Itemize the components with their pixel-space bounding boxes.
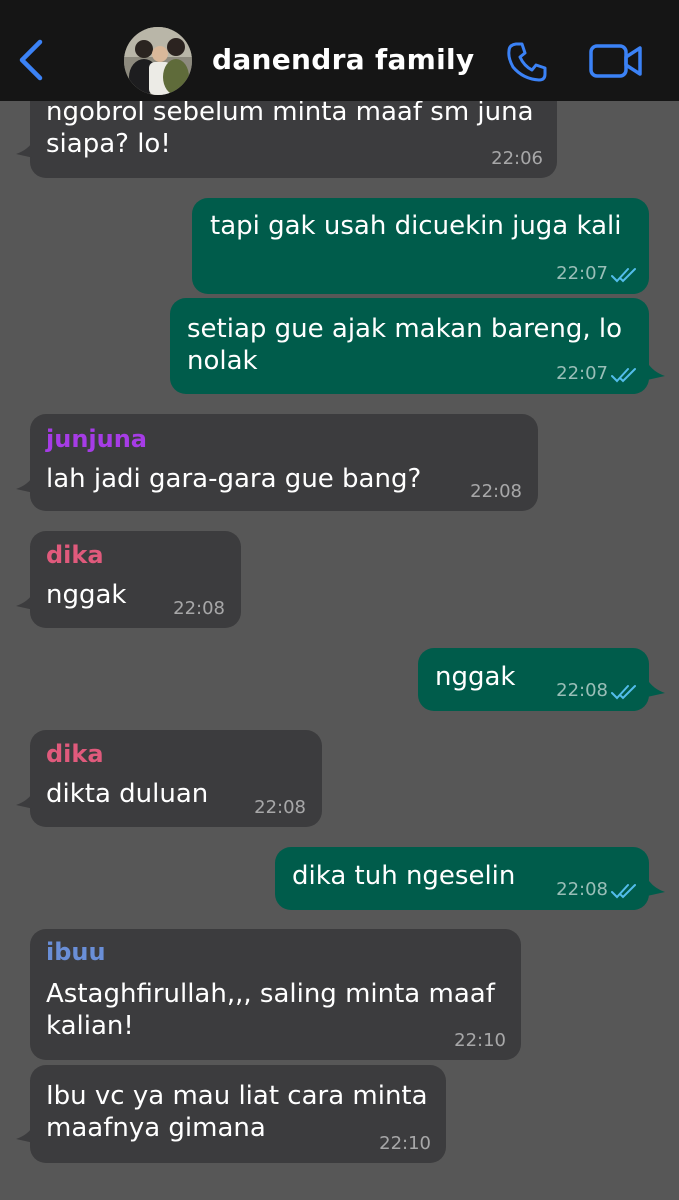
bubble-tail xyxy=(647,878,665,896)
message-text: lah jadi gara-gara gue bang? xyxy=(46,464,422,494)
back-chevron-icon[interactable] xyxy=(14,38,48,82)
group-avatar[interactable] xyxy=(124,27,192,95)
message-time: 22:07 xyxy=(556,363,608,384)
message-time: 22:08 xyxy=(173,598,225,619)
message-text: Astaghfirullah,,, saling minta maaf kali… xyxy=(46,979,495,1041)
bubble-tail xyxy=(647,679,665,697)
message-bubble-incoming[interactable]: Ibu vc ya mau liat cara minta maafnya gi… xyxy=(30,1065,446,1163)
phone-call-icon[interactable] xyxy=(503,38,551,86)
message-text: nggak xyxy=(435,662,516,692)
message-bubble-outgoing[interactable]: dika tuh ngeselin 22:08 xyxy=(275,847,649,910)
message-time: 22:08 xyxy=(556,879,608,900)
message-time: 22:08 xyxy=(254,797,306,818)
message-text: Ibu vc ya mau liat cara minta maafnya gi… xyxy=(46,1081,428,1143)
message-text: dikta duluan xyxy=(46,779,209,809)
message-time: 22:07 xyxy=(556,263,608,284)
sender-name[interactable]: ibuu xyxy=(46,937,106,967)
chat-title[interactable]: danendra family xyxy=(212,43,475,76)
message-time: 22:06 xyxy=(491,148,543,169)
bubble-tail xyxy=(16,140,34,158)
message-time: 22:08 xyxy=(556,680,608,701)
chat-header: danendra family xyxy=(0,0,679,101)
double-check-read-icon xyxy=(611,368,636,383)
message-text: tapi gak usah dicuekin juga kali xyxy=(210,211,622,241)
bubble-tail xyxy=(16,592,34,610)
bubble-tail xyxy=(647,362,665,380)
message-bubble-outgoing[interactable]: tapi gak usah dicuekin juga kali 22:07 xyxy=(192,198,649,294)
double-check-read-icon xyxy=(611,268,636,283)
message-bubble-incoming[interactable]: junjuna lah jadi gara-gara gue bang? 22:… xyxy=(30,414,538,511)
bubble-tail xyxy=(16,791,34,809)
double-check-read-icon xyxy=(611,884,636,899)
bubble-tail xyxy=(16,1125,34,1143)
group-photo-icon xyxy=(124,27,192,95)
message-bubble-outgoing[interactable]: nggak 22:08 xyxy=(418,648,649,711)
message-bubble-incoming[interactable]: dika dikta duluan 22:08 xyxy=(30,730,322,827)
bubble-tail xyxy=(16,475,34,493)
message-bubble-outgoing[interactable]: setiap gue ajak makan bareng, lo nolak 2… xyxy=(170,298,649,394)
message-text: dika tuh ngeselin xyxy=(292,861,516,891)
video-call-icon[interactable] xyxy=(588,41,644,81)
message-time: 22:10 xyxy=(379,1133,431,1154)
double-check-read-icon xyxy=(611,685,636,700)
message-time: 22:08 xyxy=(470,481,522,502)
message-text: ngobrol sebelum minta maaf sm juna siapa… xyxy=(46,97,534,159)
sender-name[interactable]: junjuna xyxy=(46,424,147,454)
message-bubble-incoming[interactable]: ibuu Astaghfirullah,,, saling minta maaf… xyxy=(30,929,521,1060)
message-bubble-incoming[interactable]: dika nggak 22:08 xyxy=(30,531,241,628)
sender-name[interactable]: dika xyxy=(46,739,104,769)
message-time: 22:10 xyxy=(454,1030,506,1051)
sender-name[interactable]: dika xyxy=(46,540,104,570)
message-text: nggak xyxy=(46,580,127,610)
